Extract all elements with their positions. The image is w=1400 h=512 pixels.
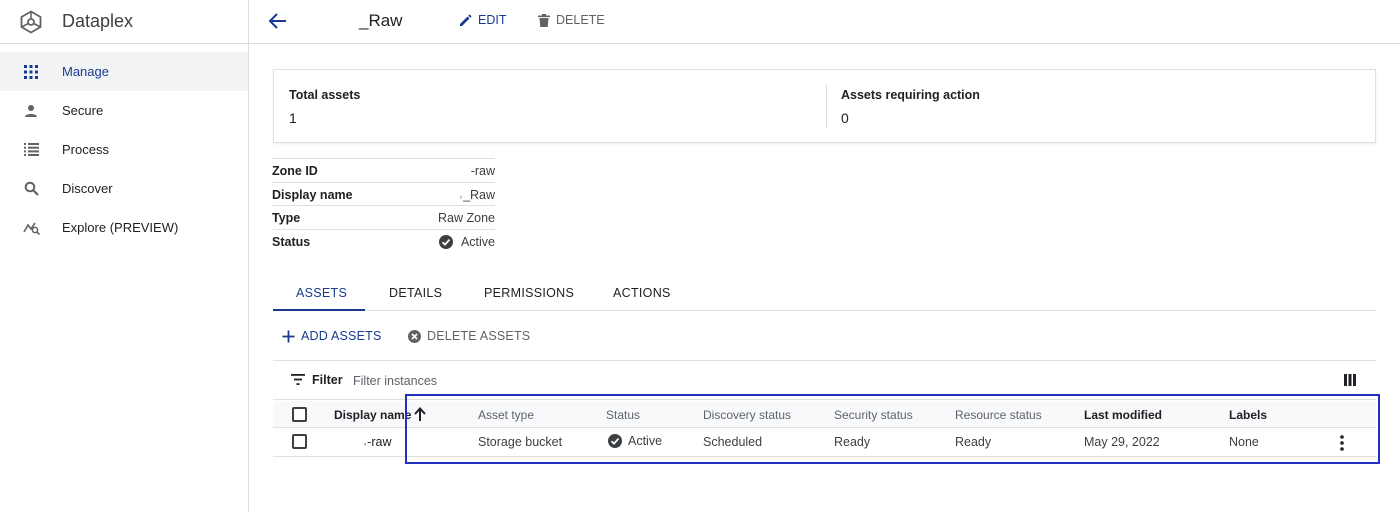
tab-details[interactable]: DETAILS bbox=[389, 286, 442, 300]
cell-status-text: Active bbox=[628, 434, 663, 448]
filter-input[interactable] bbox=[353, 371, 1253, 391]
sidebar-item-discover[interactable]: Discover bbox=[0, 169, 248, 208]
person-icon bbox=[22, 102, 40, 120]
summary-card: Total assets 1 Assets requiring action 0 bbox=[273, 69, 1376, 143]
sidebar-item-process[interactable]: Process bbox=[0, 130, 248, 169]
app-title: Dataplex bbox=[62, 11, 134, 31]
assets-requiring-action-cell: Assets requiring action 0 bbox=[826, 84, 1375, 128]
column-header-status[interactable]: Status bbox=[606, 408, 640, 422]
row-checkbox[interactable] bbox=[292, 434, 307, 449]
assets-requiring-action-value: 0 bbox=[841, 110, 849, 126]
column-header-asset-type[interactable]: Asset type bbox=[478, 408, 534, 422]
dataplex-logo-icon bbox=[20, 9, 42, 34]
sidebar: Dataplex Manage Secure Process Discover … bbox=[0, 0, 249, 512]
sidebar-item-label: Manage bbox=[62, 64, 109, 79]
brand-bar: Dataplex bbox=[0, 0, 248, 44]
list-icon bbox=[22, 141, 40, 159]
property-row-type: Type Raw Zone bbox=[272, 205, 495, 229]
zone-id-value: -raw bbox=[470, 164, 495, 178]
assets-requiring-action-label: Assets requiring action bbox=[841, 88, 980, 102]
pencil-icon bbox=[460, 13, 472, 26]
sidebar-item-manage[interactable]: Manage bbox=[0, 52, 248, 91]
more-vert-icon[interactable] bbox=[1339, 435, 1345, 451]
delete-assets-button[interactable]: DELETE ASSETS bbox=[408, 329, 530, 343]
cell-resource-status: Ready bbox=[955, 435, 992, 449]
tab-assets[interactable]: ASSETS bbox=[296, 286, 347, 300]
tab-actions[interactable]: ACTIONS bbox=[613, 286, 671, 300]
sidebar-item-label: Process bbox=[62, 142, 109, 157]
delete-button[interactable]: DELETE bbox=[538, 13, 605, 27]
type-label: Type bbox=[272, 211, 301, 225]
sidebar-item-label: Discover bbox=[62, 181, 113, 196]
page-title: _Raw bbox=[359, 11, 403, 30]
select-all-checkbox[interactable] bbox=[292, 407, 307, 422]
display-name-value: ˒_Raw bbox=[458, 187, 495, 202]
filter-label: Filter bbox=[312, 373, 343, 387]
assets-table-header: Display name Asset type Status Discovery… bbox=[273, 401, 1376, 428]
column-header-last-modified[interactable]: Last modified bbox=[1084, 408, 1162, 422]
property-row-status: Status Active bbox=[272, 228, 495, 253]
trash-icon bbox=[538, 13, 550, 27]
cell-security-status: Ready bbox=[834, 435, 871, 449]
add-assets-label: ADD ASSETS bbox=[301, 329, 382, 343]
total-assets-cell: Total assets 1 bbox=[274, 70, 826, 142]
column-header-labels[interactable]: Labels bbox=[1229, 408, 1267, 422]
zone-properties: Zone ID -raw Display name ˒_Raw Type Raw… bbox=[272, 158, 495, 252]
filter-bar: Filter bbox=[273, 360, 1376, 400]
cell-display-name[interactable]: ˒-raw bbox=[363, 435, 391, 449]
cancel-circle-icon bbox=[408, 329, 421, 343]
cell-labels: None bbox=[1229, 435, 1259, 449]
sidebar-item-label: Explore (PREVIEW) bbox=[62, 220, 179, 235]
active-tab-indicator bbox=[273, 309, 365, 311]
sort-arrow-up-icon[interactable] bbox=[414, 407, 426, 421]
page-header: _Raw EDIT DELETE bbox=[249, 0, 1400, 44]
total-assets-label: Total assets bbox=[289, 88, 361, 102]
column-display-icon[interactable] bbox=[1344, 374, 1356, 386]
column-header-display-name[interactable]: Display name bbox=[334, 408, 411, 422]
back-arrow-icon[interactable] bbox=[267, 10, 289, 32]
cell-asset-type: Storage bucket bbox=[478, 435, 563, 449]
total-assets-value: 1 bbox=[289, 110, 297, 126]
edit-label: EDIT bbox=[478, 13, 507, 27]
grid-icon bbox=[22, 63, 40, 81]
display-name-label: Display name bbox=[272, 187, 353, 202]
tab-bar: ASSETS DETAILS PERMISSIONS ACTIONS bbox=[273, 280, 1376, 311]
cell-discovery-status: Scheduled bbox=[703, 435, 763, 449]
search-icon bbox=[22, 180, 40, 198]
delete-assets-label: DELETE ASSETS bbox=[427, 329, 531, 343]
filter-icon bbox=[291, 374, 305, 385]
delete-label: DELETE bbox=[556, 13, 605, 27]
column-header-security-status[interactable]: Security status bbox=[834, 408, 913, 422]
sidebar-item-explore[interactable]: Explore (PREVIEW) bbox=[0, 208, 248, 247]
property-row-zone-id: Zone ID -raw bbox=[272, 158, 495, 182]
sidebar-item-secure[interactable]: Secure bbox=[0, 91, 248, 130]
status-label: Status bbox=[272, 234, 311, 249]
cell-last-modified: May 29, 2022 bbox=[1084, 435, 1160, 449]
add-assets-button[interactable]: ADD ASSETS bbox=[282, 329, 382, 343]
edit-button[interactable]: EDIT bbox=[459, 13, 506, 27]
check-circle-icon bbox=[438, 234, 453, 249]
explore-icon bbox=[22, 219, 40, 237]
cell-status: Active bbox=[608, 434, 662, 448]
plus-icon bbox=[282, 330, 295, 342]
sidebar-item-label: Secure bbox=[62, 103, 104, 118]
table-row[interactable]: ˒-raw Storage bucket Active Scheduled Re… bbox=[273, 428, 1376, 457]
status-value-wrap: Active bbox=[438, 234, 495, 249]
column-header-resource-status[interactable]: Resource status bbox=[955, 408, 1042, 422]
property-row-display-name: Display name ˒_Raw bbox=[272, 181, 495, 206]
column-header-discovery-status[interactable]: Discovery status bbox=[703, 408, 791, 422]
tab-permissions[interactable]: PERMISSIONS bbox=[484, 286, 574, 300]
status-value: Active bbox=[460, 234, 495, 249]
type-value: Raw Zone bbox=[438, 211, 495, 225]
zone-id-label: Zone ID bbox=[272, 164, 318, 178]
check-circle-icon bbox=[608, 434, 622, 448]
